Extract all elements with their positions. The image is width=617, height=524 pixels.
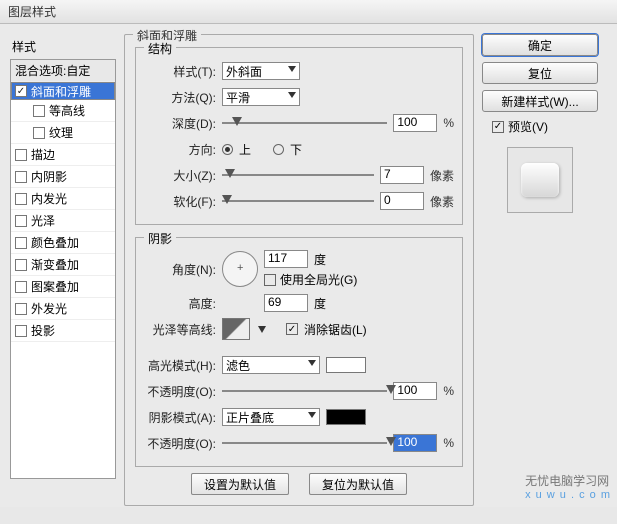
checkbox-icon[interactable] <box>33 105 45 117</box>
structure-group: 结构 样式(T): 外斜面 方法(Q): 平滑 深度(D): 100 % <box>135 47 463 225</box>
shadow-opacity-slider[interactable] <box>222 436 387 450</box>
effect-gradient-overlay[interactable]: 渐变叠加 <box>11 254 115 276</box>
shadow-opacity-label: 不透明度(O): <box>144 435 216 452</box>
chevron-down-icon <box>288 92 296 98</box>
make-default-button[interactable]: 设置为默认值 <box>191 473 289 495</box>
depth-input[interactable]: 100 <box>393 114 437 132</box>
effect-inner-shadow[interactable]: 内阴影 <box>11 166 115 188</box>
direction-up-radio[interactable] <box>222 144 233 155</box>
percent-unit: % <box>443 436 454 450</box>
effect-stroke[interactable]: 描边 <box>11 144 115 166</box>
reset-default-button[interactable]: 复位为默认值 <box>309 473 407 495</box>
technique-label: 方法(Q): <box>144 89 216 106</box>
ok-button[interactable]: 确定 <box>482 34 598 56</box>
highlight-color-swatch[interactable] <box>326 357 366 373</box>
direction-down-label: 下 <box>290 141 302 158</box>
antialias-checkbox[interactable] <box>286 323 298 335</box>
structure-legend: 结构 <box>144 40 176 57</box>
percent-unit: % <box>443 116 454 130</box>
effect-pattern-overlay[interactable]: 图案叠加 <box>11 276 115 298</box>
bevel-emboss-group: 斜面和浮雕 结构 样式(T): 外斜面 方法(Q): 平滑 深度(D): 100 <box>124 34 474 506</box>
checkbox-icon[interactable] <box>15 171 27 183</box>
soften-label: 软化(F): <box>144 193 216 210</box>
new-style-button[interactable]: 新建样式(W)... <box>482 90 598 112</box>
altitude-label: 高度: <box>144 295 216 312</box>
checkbox-icon[interactable] <box>15 259 27 271</box>
degree-unit: 度 <box>314 251 326 268</box>
window-title: 图层样式 <box>0 0 617 24</box>
gloss-contour-picker[interactable] <box>222 318 250 340</box>
effect-satin[interactable]: 光泽 <box>11 210 115 232</box>
size-label: 大小(Z): <box>144 167 216 184</box>
size-input[interactable]: 7 <box>380 166 424 184</box>
effect-texture[interactable]: 纹理 <box>11 122 115 144</box>
shadow-color-swatch[interactable] <box>326 409 366 425</box>
effect-drop-shadow[interactable]: 投影 <box>11 320 115 342</box>
effect-bevel-emboss[interactable]: 斜面和浮雕 <box>11 82 115 100</box>
preview-label: 预览(V) <box>508 118 548 135</box>
technique-select[interactable]: 平滑 <box>222 88 300 106</box>
highlight-opacity-input[interactable]: 100 <box>393 382 437 400</box>
degree-unit: 度 <box>314 295 326 312</box>
shadow-mode-label: 阴影模式(A): <box>144 409 216 426</box>
angle-label: 角度(N): <box>144 261 216 278</box>
checkbox-icon[interactable] <box>15 215 27 227</box>
size-slider[interactable] <box>222 168 374 182</box>
altitude-input[interactable]: 69 <box>264 294 308 312</box>
global-light-label: 使用全局光(G) <box>280 271 357 288</box>
soften-slider[interactable] <box>222 194 374 208</box>
effect-contour[interactable]: 等高线 <box>11 100 115 122</box>
angle-input[interactable]: 117 <box>264 250 308 268</box>
styles-heading: 样式 <box>10 34 116 59</box>
checkbox-icon[interactable] <box>15 237 27 249</box>
checkbox-icon[interactable] <box>15 85 27 97</box>
checkbox-icon[interactable] <box>15 303 27 315</box>
depth-slider[interactable] <box>222 116 387 130</box>
highlight-mode-label: 高光模式(H): <box>144 357 216 374</box>
styles-list: 混合选项:自定 斜面和浮雕 等高线 纹理 描边 内阴影 内发光 光泽 颜色叠加 … <box>10 59 116 479</box>
checkbox-icon[interactable] <box>15 281 27 293</box>
chevron-down-icon[interactable] <box>258 326 266 333</box>
effect-outer-glow[interactable]: 外发光 <box>11 298 115 320</box>
highlight-opacity-slider[interactable] <box>222 384 387 398</box>
shadow-mode-select[interactable]: 正片叠底 <box>222 408 320 426</box>
cancel-button[interactable]: 复位 <box>482 62 598 84</box>
checkbox-icon[interactable] <box>15 149 27 161</box>
highlight-opacity-label: 不透明度(O): <box>144 383 216 400</box>
style-label: 样式(T): <box>144 63 216 80</box>
direction-label: 方向: <box>144 141 216 158</box>
shading-legend: 阴影 <box>144 230 176 247</box>
effect-blending-options[interactable]: 混合选项:自定 <box>11 60 115 82</box>
soften-input[interactable]: 0 <box>380 192 424 210</box>
style-select[interactable]: 外斜面 <box>222 62 300 80</box>
effect-color-overlay[interactable]: 颜色叠加 <box>11 232 115 254</box>
chevron-down-icon <box>308 360 316 366</box>
highlight-mode-select[interactable]: 滤色 <box>222 356 320 374</box>
px-unit: 像素 <box>430 193 454 210</box>
shadow-opacity-input[interactable]: 100 <box>393 434 437 452</box>
shading-group: 阴影 角度(N): 117 度 使用全局光(G) <box>135 237 463 467</box>
effect-inner-glow[interactable]: 内发光 <box>11 188 115 210</box>
preview-checkbox[interactable] <box>492 121 504 133</box>
direction-down-radio[interactable] <box>273 144 284 155</box>
chevron-down-icon <box>308 412 316 418</box>
chevron-down-icon <box>288 66 296 72</box>
direction-up-label: 上 <box>239 141 251 158</box>
checkbox-icon[interactable] <box>15 193 27 205</box>
px-unit: 像素 <box>430 167 454 184</box>
preview-thumbnail <box>507 147 573 213</box>
gloss-contour-label: 光泽等高线: <box>144 321 216 338</box>
depth-label: 深度(D): <box>144 115 216 132</box>
angle-wheel[interactable] <box>222 251 258 287</box>
percent-unit: % <box>443 384 454 398</box>
checkbox-icon[interactable] <box>15 325 27 337</box>
global-light-checkbox[interactable] <box>264 274 276 286</box>
checkbox-icon[interactable] <box>33 127 45 139</box>
antialias-label: 消除锯齿(L) <box>304 321 367 338</box>
